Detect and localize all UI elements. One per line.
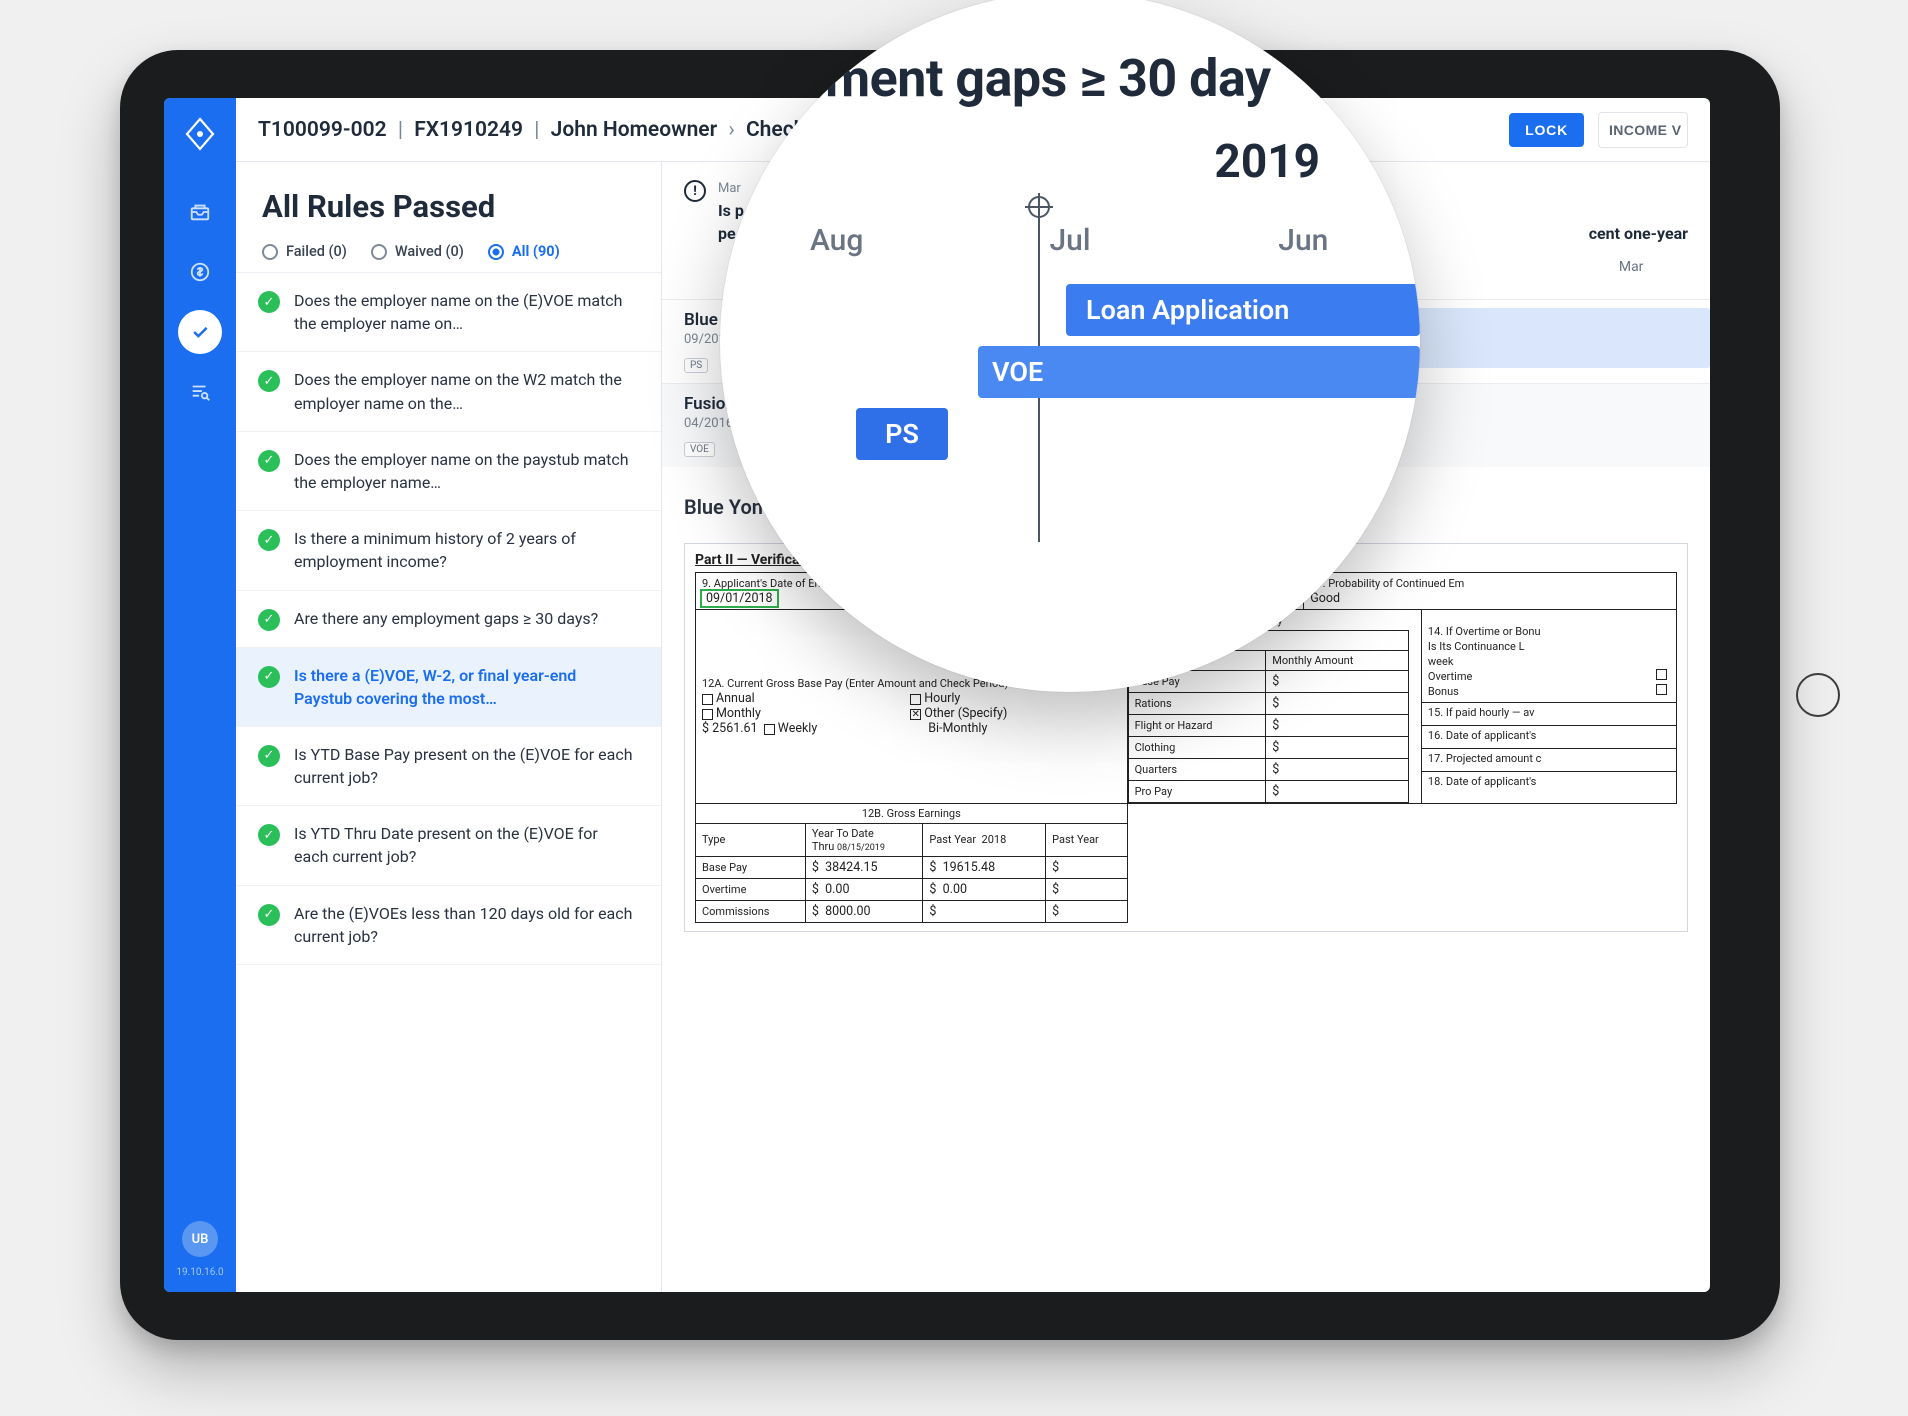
rule-text: Is there a minimum history of 2 years of… — [294, 527, 635, 573]
check-icon: ✓ — [258, 370, 280, 392]
rule-text: Does the employer name on the (E)VOE mat… — [294, 289, 635, 335]
filter-waived[interactable]: Waived (0) — [371, 243, 464, 260]
rule-text: Does the employer name on the paystub ma… — [294, 448, 635, 494]
filter-failed[interactable]: Failed (0) — [262, 243, 347, 260]
breadcrumb-name: John Homeowner — [551, 118, 718, 142]
doc-tag: PS — [684, 358, 708, 373]
check-icon: ✓ — [258, 450, 280, 472]
rule-text: Does the employer name on the W2 match t… — [294, 368, 635, 414]
user-avatar[interactable]: UB — [182, 1221, 218, 1257]
breadcrumb[interactable]: T100099-002 | FX1910249 | John Homeowner… — [258, 118, 834, 142]
magnifier-overlay: yment gaps ≥ 30 day 2019 Aug Jul Jun Loa… — [720, 0, 1420, 692]
rules-panel: All Rules Passed Failed (0) Waived (0) A… — [236, 162, 662, 1292]
magnifier-bar-voe: VOE — [978, 346, 1420, 398]
check-icon: ✓ — [258, 904, 280, 926]
doc-date-of-employment: 09/01/2018 — [702, 591, 777, 606]
alert-icon: ! — [684, 180, 706, 202]
app-version: 19.10.16.0 — [176, 1267, 223, 1278]
rule-item[interactable]: ✓ Does the employer name on the W2 match … — [236, 352, 661, 431]
check-icon: ✓ — [258, 666, 280, 688]
check-icon: ✓ — [258, 529, 280, 551]
rule-item[interactable]: ✓ Is there a (E)VOE, W-2, or final year-e… — [236, 648, 661, 727]
rule-text: Is YTD Base Pay present on the (E)VOE fo… — [294, 743, 635, 789]
check-icon: ✓ — [258, 745, 280, 767]
sidebar-item-checklist[interactable] — [178, 310, 222, 354]
magnifier-month: Jul — [953, 223, 1186, 258]
rules-filters: Failed (0) Waived (0) All (90) — [236, 243, 661, 273]
rule-text: Is there a (E)VOE, W-2, or final year-en… — [294, 664, 635, 710]
check-icon: ✓ — [258, 291, 280, 313]
radio-icon — [371, 244, 387, 260]
rule-text: Is YTD Thru Date present on the (E)VOE f… — [294, 822, 635, 868]
check-icon: ✓ — [258, 609, 280, 631]
doc-base-py: 19615.48 — [943, 860, 995, 875]
sidebar: UB 19.10.16.0 — [164, 98, 236, 1292]
alert-title-start: Is p — [718, 201, 744, 220]
rule-item[interactable]: ✓ Does the employer name on the paystub m… — [236, 432, 661, 511]
sidebar-item-money[interactable] — [178, 250, 222, 294]
sidebar-item-inbox[interactable] — [178, 190, 222, 234]
rule-item[interactable]: ✓ Is YTD Base Pay present on the (E)VOE f… — [236, 727, 661, 806]
rules-list[interactable]: ✓ Does the employer name on the (E)VOE ma… — [236, 273, 661, 1292]
doc-probability: Good — [1310, 591, 1340, 606]
doc-base-ytd: 38424.15 — [825, 860, 877, 875]
alert-title-line2: pe — [718, 224, 736, 243]
breadcrumb-loan: T100099-002 — [258, 118, 387, 142]
rules-panel-title: All Rules Passed — [236, 188, 661, 243]
radio-icon — [488, 244, 504, 260]
alert-title-tail: cent one-year — [1589, 224, 1688, 243]
alert-month: Mar — [718, 180, 744, 198]
app-logo-icon[interactable] — [180, 114, 220, 154]
income-button[interactable]: INCOME V — [1598, 112, 1688, 148]
timeline-month: Mar — [1582, 259, 1681, 275]
rule-text: Are there any employment gaps ≥ 30 days? — [294, 607, 598, 631]
doc-base-pay-amount: 2561.61 — [712, 721, 757, 736]
rule-item[interactable]: ✓ Does the employer name on the (E)VOE ma… — [236, 273, 661, 352]
tablet-home-button[interactable] — [1796, 673, 1840, 717]
radio-icon — [262, 244, 278, 260]
lock-button[interactable]: LOCK — [1509, 113, 1584, 147]
breadcrumb-file: FX1910249 — [414, 118, 523, 142]
magnifier-bar-ps: PS — [856, 408, 948, 460]
check-icon: ✓ — [258, 824, 280, 846]
sidebar-item-search-list[interactable] — [178, 370, 222, 414]
filter-all[interactable]: All (90) — [488, 243, 560, 260]
rule-item[interactable]: ✓ Is YTD Thru Date present on the (E)VOE … — [236, 806, 661, 885]
rule-item[interactable]: ✓ Is there a minimum history of 2 years o… — [236, 511, 661, 590]
doc-tag: VOE — [684, 442, 715, 457]
magnifier-bar-loan-application: Loan Application — [1066, 284, 1420, 336]
magnifier-month: Aug — [720, 223, 953, 258]
rule-item[interactable]: ✓ Are the (E)VOEs less than 120 days old … — [236, 886, 661, 965]
magnifier-year: 2019 — [720, 135, 1420, 189]
rule-text: Are the (E)VOEs less than 120 days old f… — [294, 902, 635, 948]
rule-item[interactable]: ✓ Are there any employment gaps ≥ 30 days… — [236, 591, 661, 648]
magnifier-month: Jun — [1187, 223, 1420, 258]
